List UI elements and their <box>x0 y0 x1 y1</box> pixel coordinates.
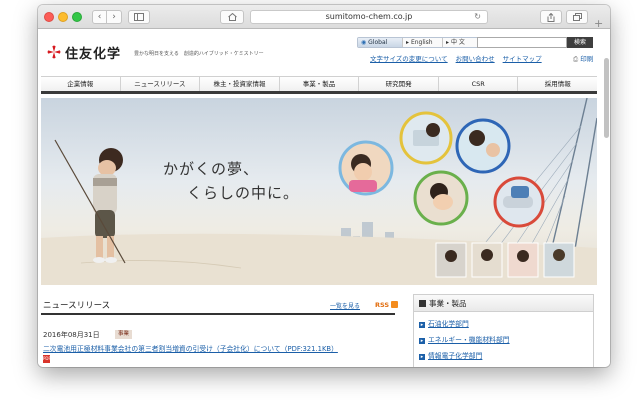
arrow-icon: ▸ <box>419 338 425 344</box>
show-tabs-button[interactable] <box>566 10 588 24</box>
arrow-icon: ▸ <box>419 322 425 328</box>
maximize-window-button[interactable] <box>72 12 82 22</box>
search-button[interactable]: 検索 <box>567 37 593 48</box>
square-bullet-icon <box>419 300 426 307</box>
company-logo-text[interactable]: 住友化学 <box>65 43 121 62</box>
products-panel-header: 事業・製品 <box>414 295 593 312</box>
products-link-label: 石油化学部門 <box>428 320 469 328</box>
news-section-title: ニュースリリース <box>43 301 111 311</box>
products-link-petrochemicals[interactable]: ▸ 石油化学部門 <box>414 318 593 328</box>
arrow-icon: ▸ <box>406 39 410 46</box>
back-button[interactable]: ‹ <box>92 10 107 24</box>
sidebar-icon <box>134 13 144 21</box>
sumitomo-logo-icon[interactable] <box>47 45 61 59</box>
close-window-button[interactable] <box>44 12 54 22</box>
arrow-icon: ▸ <box>419 354 425 360</box>
nav-news-release[interactable]: ニュースリリース <box>121 77 201 91</box>
tagline: 豊かな明日を支える 創造的ハイブリッド・ケミストリー <box>134 51 264 57</box>
site-search-input[interactable] <box>477 37 567 48</box>
sitemap-link[interactable]: サイトマップ <box>503 53 542 63</box>
contact-link[interactable]: お問い合わせ <box>456 53 495 63</box>
nav-careers[interactable]: 採用情報 <box>518 77 597 91</box>
font-size-link[interactable]: 文字サイズの変更について <box>370 53 448 63</box>
printer-icon: ⎙ <box>573 55 579 63</box>
english-label: English <box>410 39 433 46</box>
news-more-link[interactable]: 一覧を見る <box>330 301 360 310</box>
address-bar[interactable]: sumitomo-chem.co.jp ↻ <box>250 10 488 24</box>
hero-banner[interactable]: かがくの夢、 くらしの中に。 <box>41 98 597 285</box>
news-category-badge: 事業 <box>115 330 133 339</box>
rss-icon <box>391 301 399 308</box>
minimize-window-button[interactable] <box>58 12 68 22</box>
hero-headline-1: かがくの夢、 <box>163 160 260 178</box>
chinese-link[interactable]: ▸ 中 文 <box>442 38 482 47</box>
sidebar-toggle-button[interactable] <box>128 10 150 24</box>
page-viewport: 住友化学 豊かな明日を支える 創造的ハイブリッド・ケミストリー ◉ Global… <box>38 30 610 367</box>
news-date: 2016年08月31日 <box>43 331 100 339</box>
products-link-label: 情報電子化学部門 <box>428 352 483 360</box>
nav-investors[interactable]: 株主・投資家情報 <box>200 77 280 91</box>
hero-illustration <box>41 98 597 285</box>
print-label: 印刷 <box>580 55 594 63</box>
pdf-icon[interactable]: PDF <box>43 355 51 363</box>
nav-csr[interactable]: CSR <box>439 77 519 91</box>
tabs-icon <box>572 13 582 21</box>
products-link-it-chemicals[interactable]: ▸ 情報電子化学部門 <box>414 350 593 360</box>
forward-icon: › <box>112 12 116 22</box>
products-link-energy[interactable]: ▸ エネルギー・機能材料部門 <box>414 334 593 344</box>
globe-icon: ◉ <box>361 39 367 46</box>
rss-link[interactable]: RSS <box>375 301 399 309</box>
chinese-label: 中 文 <box>450 39 465 46</box>
page-scrollbar[interactable] <box>604 58 609 138</box>
print-link[interactable]: ⎙ 印刷 <box>573 53 593 64</box>
products-panel: 事業・製品 ▸ 石油化学部門 ▸ エネルギー・機能材料部門 ▸ 情報電子化学部門 <box>413 294 594 367</box>
global-nav: 企業情報 ニュースリリース 株主・投資家情報 事業・製品 研究開発 CSR 採用… <box>41 76 597 94</box>
rss-label: RSS <box>375 301 390 309</box>
reload-icon[interactable]: ↻ <box>474 11 481 23</box>
hero-headline-2: くらしの中に。 <box>187 184 300 202</box>
english-link[interactable]: ▸ English <box>402 38 442 47</box>
news-item-link[interactable]: 二次電池用正極材料事業会社の第三者割当増資の引受け（子会社化）について（PDF:… <box>43 343 338 353</box>
plus-icon: + <box>594 17 604 30</box>
products-title: 事業・製品 <box>429 299 467 308</box>
share-button[interactable] <box>540 10 562 24</box>
language-switcher: ◉ Global ▸ English ▸ 中 文 <box>357 37 483 48</box>
arrow-icon: ▸ <box>446 39 450 46</box>
utility-links: 文字サイズの変更について お問い合わせ サイトマップ <box>370 53 542 63</box>
products-link-label: エネルギー・機能材料部門 <box>428 336 510 344</box>
share-icon <box>547 12 555 22</box>
global-label: Global <box>368 39 388 46</box>
back-icon: ‹ <box>97 12 102 22</box>
forward-button[interactable]: › <box>107 10 122 24</box>
home-button[interactable] <box>220 10 244 24</box>
new-tab-button[interactable]: + <box>594 17 603 30</box>
nav-research[interactable]: 研究開発 <box>359 77 439 91</box>
home-icon <box>227 12 237 21</box>
nav-products[interactable]: 事業・製品 <box>280 77 360 91</box>
browser-toolbar: ‹ › sumitomo-chem.co.jp ↻ + <box>38 5 610 30</box>
browser-window: ‹ › sumitomo-chem.co.jp ↻ + 住友化学 豊かな明日を支… <box>38 5 610 367</box>
news-divider <box>41 313 395 315</box>
url-text: sumitomo-chem.co.jp <box>325 12 413 21</box>
nav-corporate[interactable]: 企業情報 <box>41 77 121 91</box>
global-link[interactable]: ◉ Global <box>358 38 402 47</box>
